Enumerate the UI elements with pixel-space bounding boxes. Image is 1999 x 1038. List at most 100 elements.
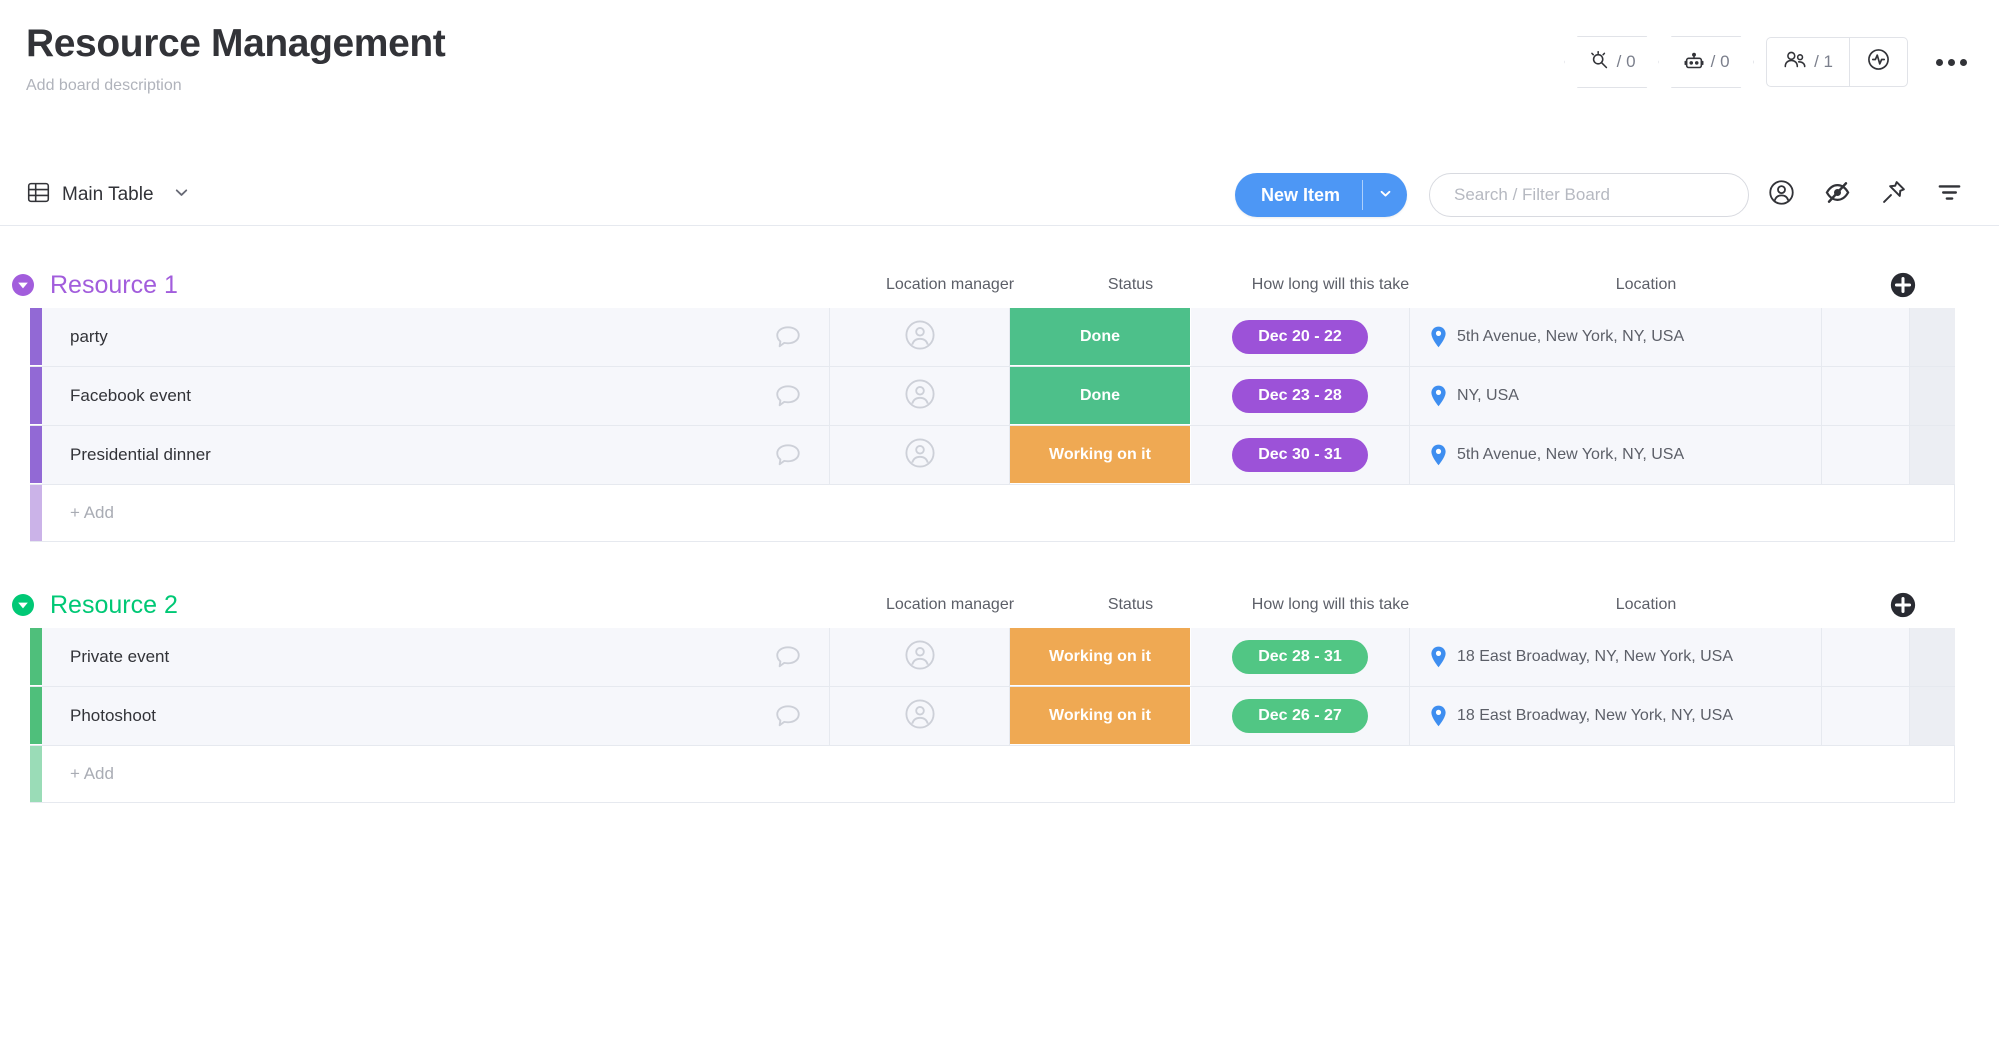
column-header-location[interactable]: Location: [1440, 596, 1852, 614]
cell-item-name[interactable]: Facebook event: [42, 367, 830, 425]
cell-duration[interactable]: Dec 28 - 31: [1191, 628, 1410, 686]
location-text: 5th Avenue, New York, NY, USA: [1457, 328, 1684, 346]
row-group-color-bar: [30, 628, 42, 686]
timeline-badge[interactable]: Dec 20 - 22: [1232, 320, 1368, 354]
person-filter-button[interactable]: [1757, 171, 1805, 219]
add-column-button[interactable]: [1888, 590, 1918, 620]
location-pin-icon: [1430, 444, 1447, 466]
cell-empty[interactable]: [1822, 628, 1910, 686]
pin-button[interactable]: [1869, 171, 1917, 219]
chat-bubble-icon[interactable]: [773, 322, 803, 352]
cell-status[interactable]: Working on it: [1010, 687, 1191, 745]
cell-location[interactable]: 5th Avenue, New York, NY, USA: [1410, 426, 1822, 484]
timeline-badge[interactable]: Dec 28 - 31: [1232, 640, 1368, 674]
cell-duration[interactable]: Dec 20 - 22: [1191, 308, 1410, 366]
cell-location-manager[interactable]: [830, 308, 1010, 366]
column-header-status[interactable]: Status: [1040, 596, 1221, 614]
chat-bubble-icon[interactable]: [773, 381, 803, 411]
table-row[interactable]: Facebook event Done Dec 23 - 28 NY, U: [30, 367, 1955, 426]
search-filter-box[interactable]: [1429, 173, 1749, 217]
board-group: Resource 1 Location manager Status How l…: [0, 262, 1999, 542]
table-row[interactable]: Photoshoot Working on it Dec 26 - 27: [30, 687, 1955, 746]
cell-duration[interactable]: Dec 26 - 27: [1191, 687, 1410, 745]
status-badge[interactable]: Done: [1010, 308, 1190, 366]
tab-main-table[interactable]: Main Table: [26, 180, 190, 211]
hide-columns-button[interactable]: [1813, 171, 1861, 219]
cell-location-manager[interactable]: [830, 426, 1010, 484]
group-collapse-toggle[interactable]: [10, 592, 36, 618]
row-group-color-bar: [30, 308, 42, 366]
cell-location-manager[interactable]: [830, 687, 1010, 745]
add-item-button[interactable]: + Add: [42, 485, 1955, 541]
add-row-color-bar: [30, 746, 42, 802]
column-header-duration[interactable]: How long will this take: [1221, 596, 1440, 614]
group-header: Resource 2 Location manager Status How l…: [0, 582, 1999, 628]
column-header-location-manager[interactable]: Location manager: [860, 596, 1040, 614]
cell-location[interactable]: NY, USA: [1410, 367, 1822, 425]
add-item-row[interactable]: + Add: [30, 485, 1955, 542]
cell-empty[interactable]: [1822, 426, 1910, 484]
cell-item-name[interactable]: Private event: [42, 628, 830, 686]
cell-duration[interactable]: Dec 30 - 31: [1191, 426, 1410, 484]
automations-badge[interactable]: / 0: [1658, 36, 1754, 88]
table-icon: [26, 180, 51, 211]
filter-sort-button[interactable]: [1925, 171, 1973, 219]
automation-robot-icon: [1683, 51, 1705, 73]
cell-item-name[interactable]: Photoshoot: [42, 687, 830, 745]
cell-status[interactable]: Working on it: [1010, 426, 1191, 484]
item-name-text: Presidential dinner: [70, 445, 211, 465]
timeline-badge[interactable]: Dec 23 - 28: [1232, 379, 1368, 413]
cell-status[interactable]: Done: [1010, 367, 1191, 425]
cell-location[interactable]: 18 East Broadway, NY, New York, USA: [1410, 628, 1822, 686]
row-group-color-bar: [30, 426, 42, 484]
timeline-badge[interactable]: Dec 26 - 27: [1232, 699, 1368, 733]
cell-status[interactable]: Working on it: [1010, 628, 1191, 686]
activity-log-button[interactable]: [1849, 38, 1907, 86]
chevron-down-icon[interactable]: [173, 184, 190, 207]
add-item-button[interactable]: + Add: [42, 746, 1955, 802]
timeline-badge[interactable]: Dec 30 - 31: [1232, 438, 1368, 472]
column-header-duration[interactable]: How long will this take: [1221, 276, 1440, 294]
cell-location[interactable]: 18 East Broadway, New York, NY, USA: [1410, 687, 1822, 745]
integrations-badge[interactable]: / 0: [1564, 36, 1660, 88]
table-row[interactable]: Private event Working on it Dec 28 - 31: [30, 628, 1955, 687]
location-text: 18 East Broadway, NY, New York, USA: [1457, 648, 1733, 666]
cell-item-name[interactable]: Presidential dinner: [42, 426, 830, 484]
new-item-dropdown-button[interactable]: [1363, 173, 1407, 217]
cell-location-manager[interactable]: [830, 628, 1010, 686]
group-title[interactable]: Resource 1: [50, 271, 178, 300]
status-badge[interactable]: Done: [1010, 367, 1190, 425]
add-column-button[interactable]: [1888, 270, 1918, 300]
new-item-button[interactable]: New Item: [1235, 173, 1362, 217]
cell-duration[interactable]: Dec 23 - 28: [1191, 367, 1410, 425]
cell-location[interactable]: 5th Avenue, New York, NY, USA: [1410, 308, 1822, 366]
cell-status[interactable]: Done: [1010, 308, 1191, 366]
search-input[interactable]: [1452, 184, 1726, 206]
column-header-status[interactable]: Status: [1040, 276, 1221, 294]
location-pin-icon: [1430, 385, 1447, 407]
group-collapse-toggle[interactable]: [10, 272, 36, 298]
table-row[interactable]: party Done Dec 20 - 22 5th Avenue, Ne: [30, 308, 1955, 367]
location-pin-icon: [1430, 705, 1447, 727]
cell-empty[interactable]: [1822, 687, 1910, 745]
column-header-location-manager[interactable]: Location manager: [860, 276, 1040, 294]
table-row[interactable]: Presidential dinner Working on it Dec 30…: [30, 426, 1955, 485]
column-header-location[interactable]: Location: [1440, 276, 1852, 294]
location-pin-icon: [1430, 326, 1447, 348]
chat-bubble-icon[interactable]: [773, 701, 803, 731]
board-more-menu-button[interactable]: [1930, 53, 1973, 72]
chat-bubble-icon[interactable]: [773, 642, 803, 672]
cell-location-manager[interactable]: [830, 367, 1010, 425]
add-item-row[interactable]: + Add: [30, 746, 1955, 803]
group-title[interactable]: Resource 2: [50, 591, 178, 620]
status-badge[interactable]: Working on it: [1010, 628, 1190, 686]
status-badge[interactable]: Working on it: [1010, 687, 1190, 745]
cell-empty[interactable]: [1822, 367, 1910, 425]
dot: [1948, 59, 1955, 66]
status-badge[interactable]: Working on it: [1010, 426, 1190, 484]
cell-item-name[interactable]: party: [42, 308, 830, 366]
chat-bubble-icon[interactable]: [773, 440, 803, 470]
pin-icon: [1879, 178, 1908, 212]
members-button[interactable]: / 1: [1767, 38, 1849, 86]
cell-empty[interactable]: [1822, 308, 1910, 366]
